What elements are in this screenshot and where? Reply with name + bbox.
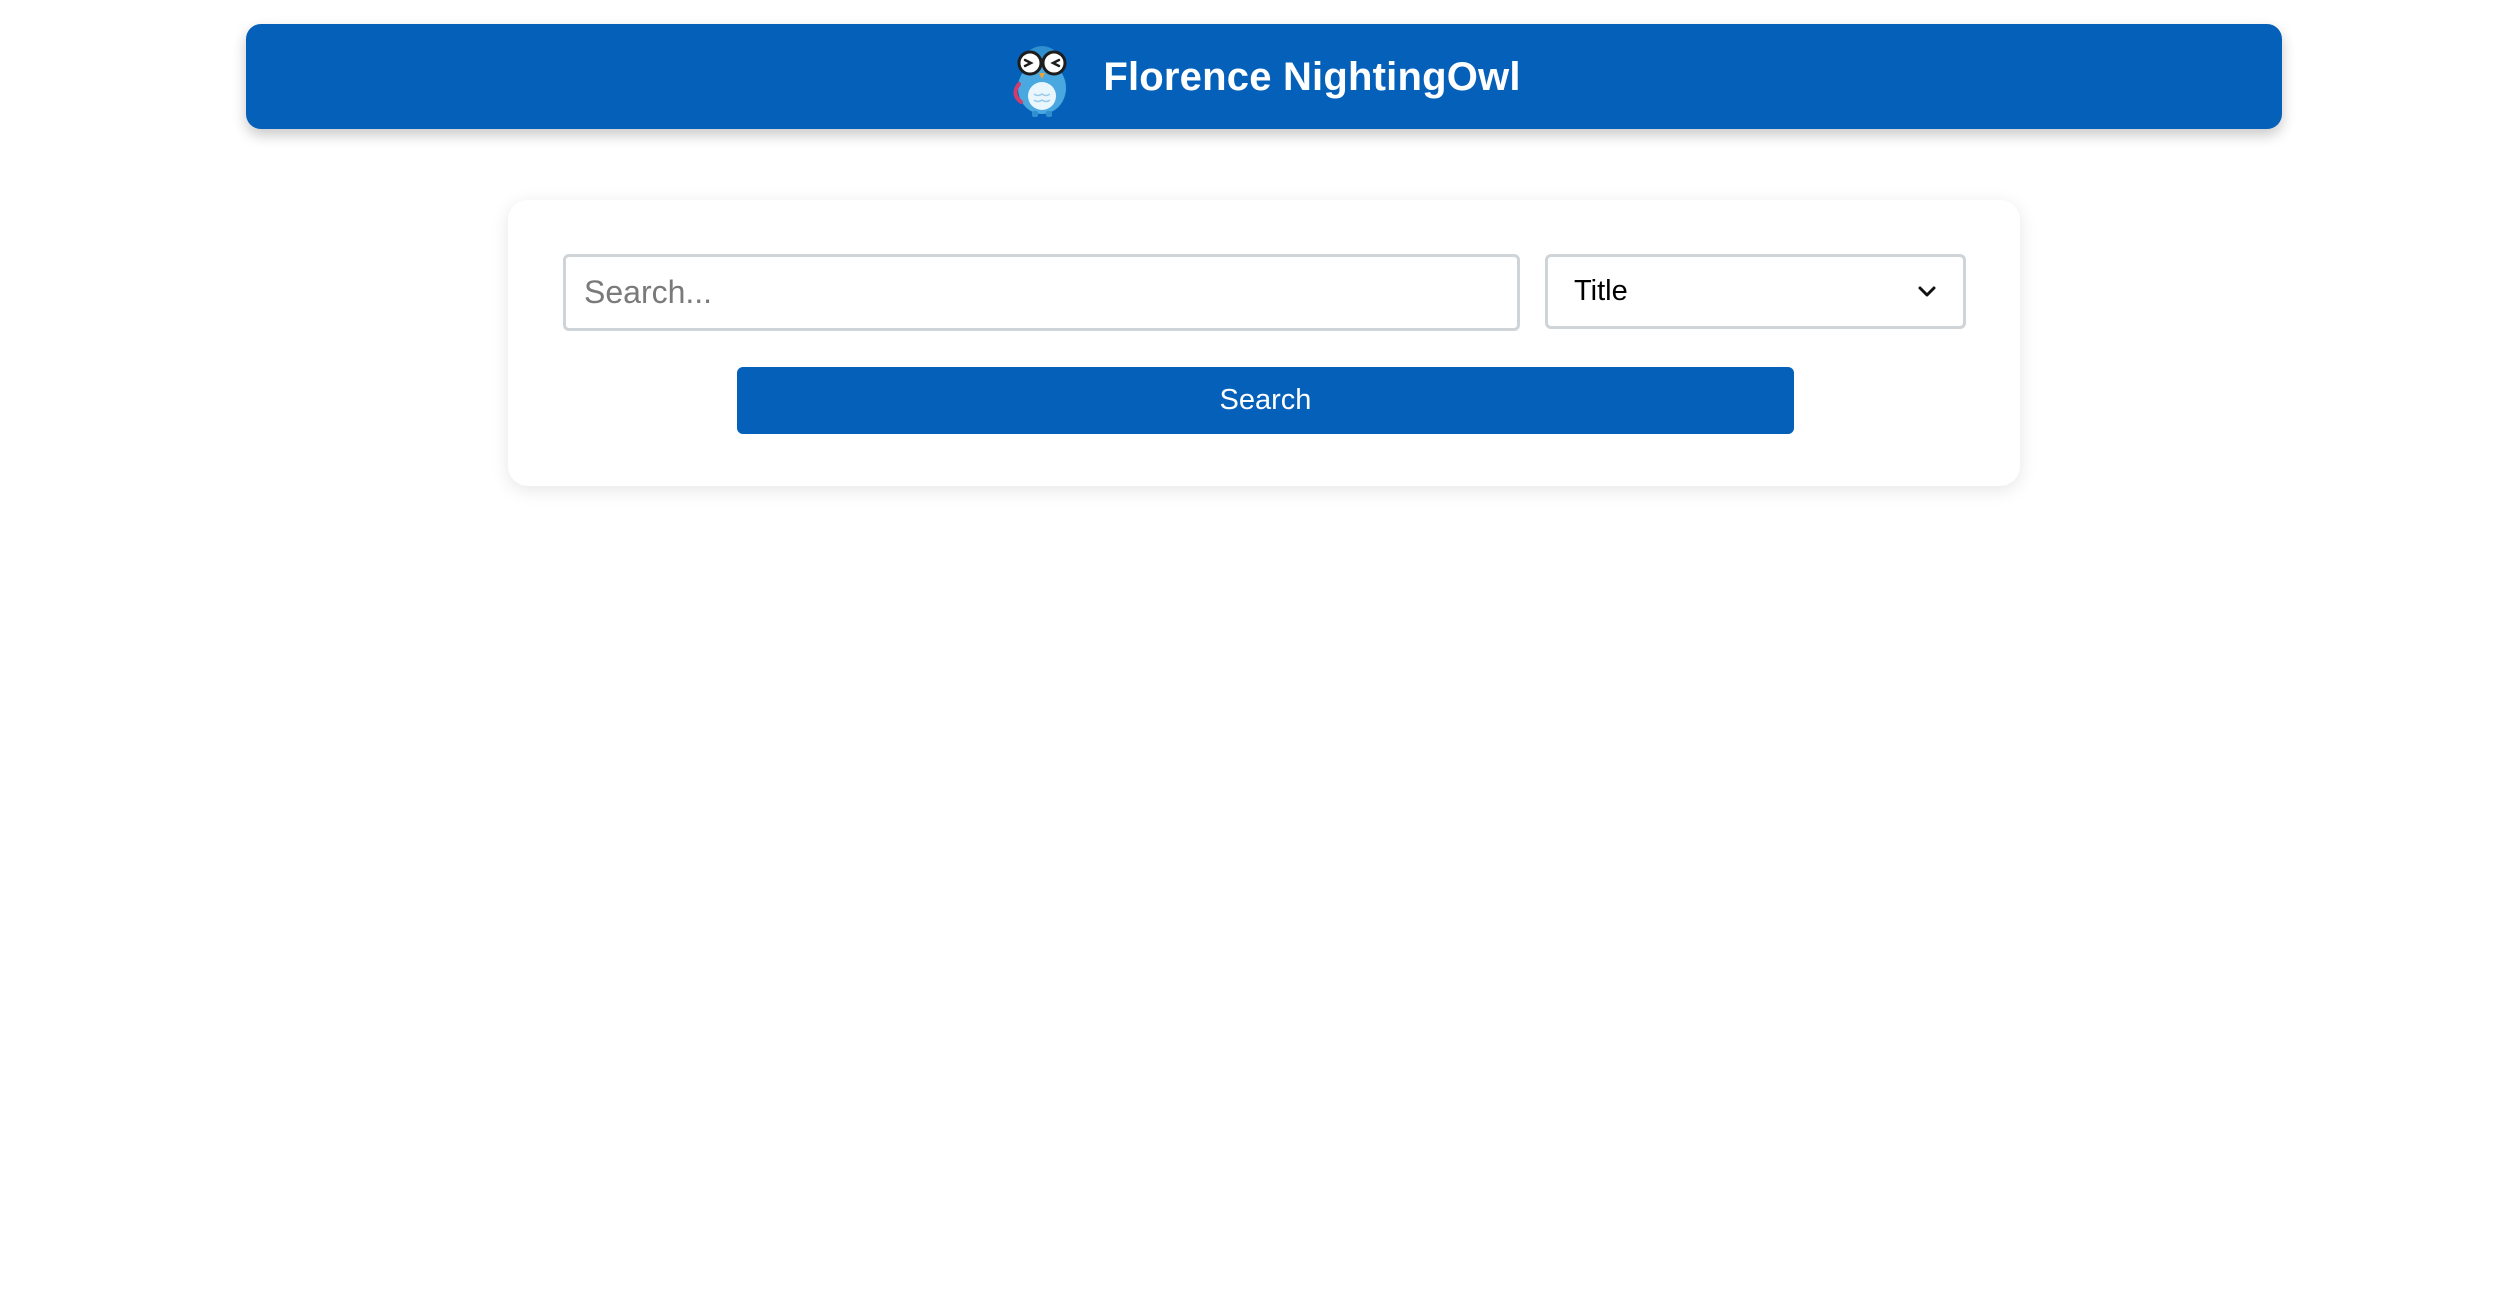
search-input[interactable] [563, 254, 1520, 331]
search-button[interactable]: Search [737, 367, 1794, 434]
search-field-select[interactable]: Title [1545, 254, 1966, 329]
search-field-selected-value: Title [1574, 275, 1628, 307]
search-card: Title Search [508, 200, 2020, 486]
app-title: Florence NightingOwl [1103, 55, 1521, 99]
owl-logo-icon [1013, 45, 1067, 117]
chevron-down-icon [1918, 286, 1936, 296]
app-header: Florence NightingOwl [246, 24, 2282, 129]
